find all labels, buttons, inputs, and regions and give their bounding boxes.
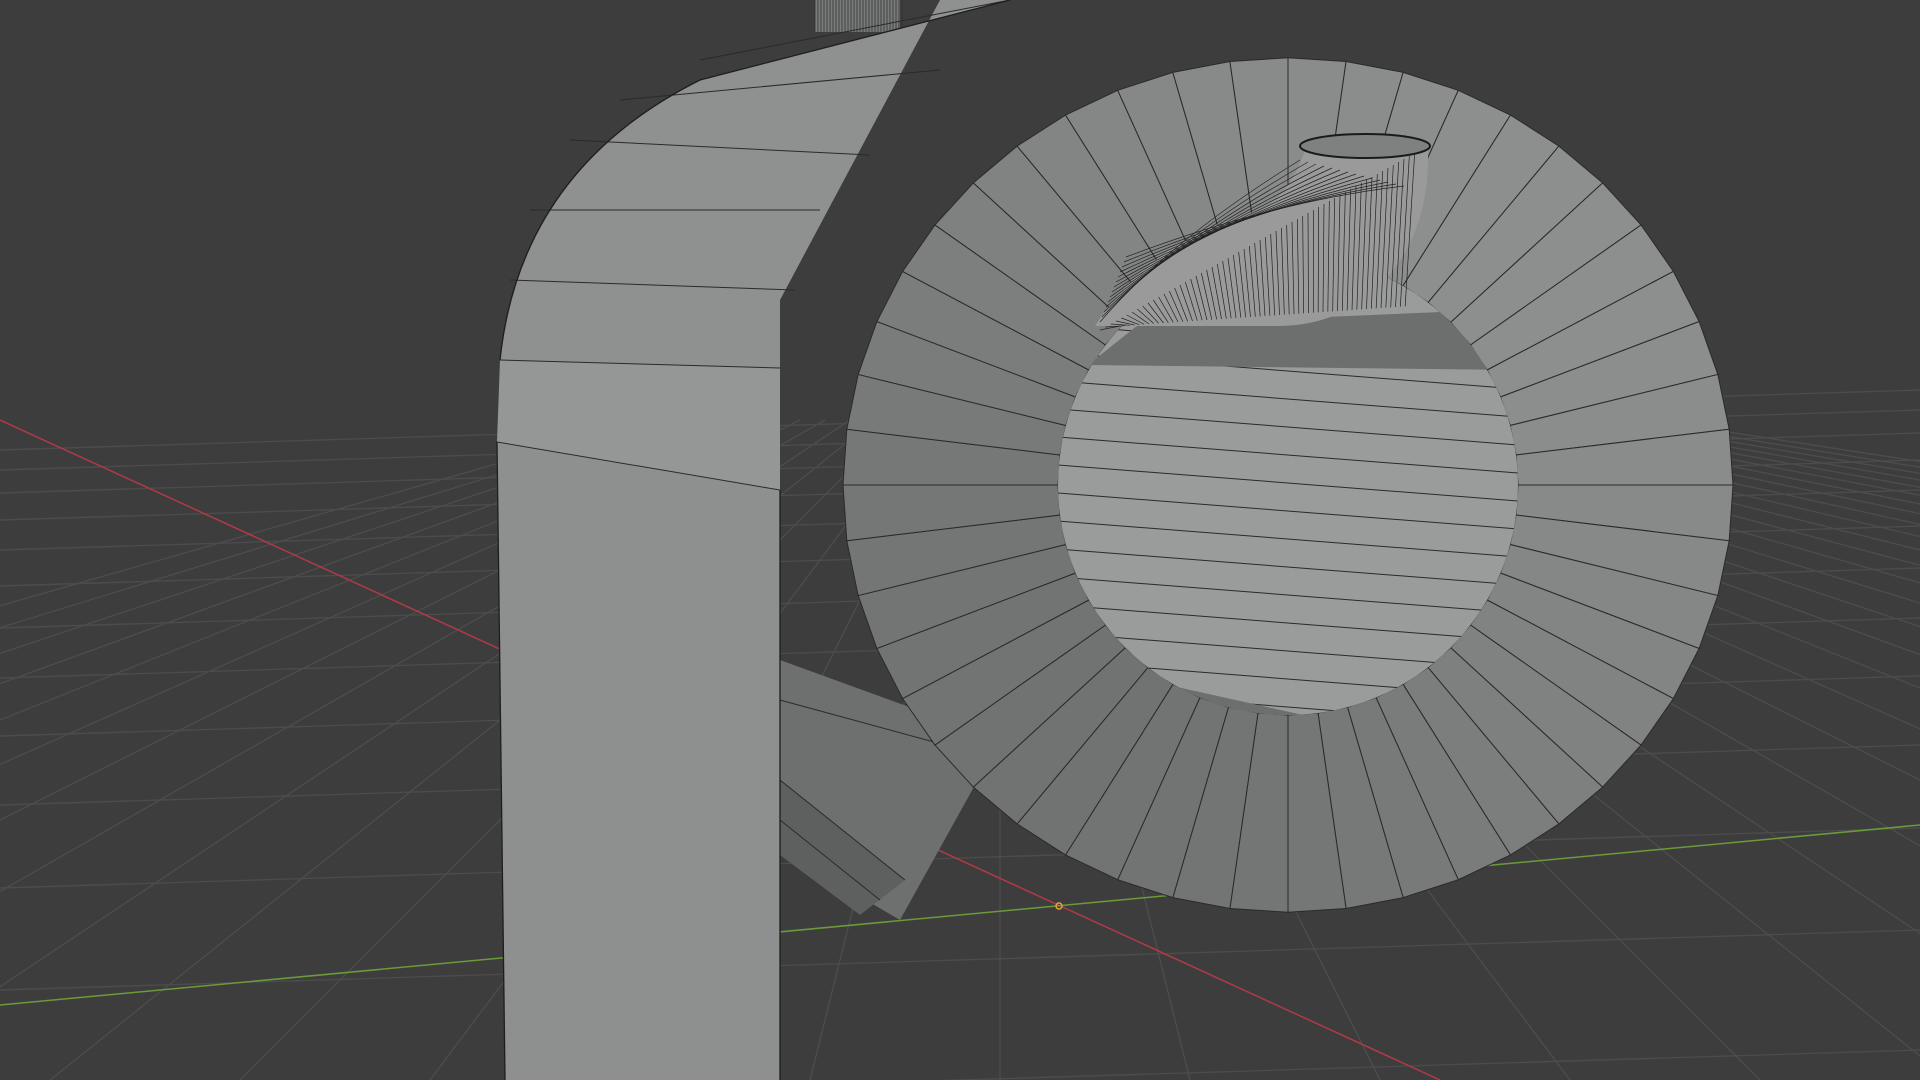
grid-line (0, 827, 1920, 889)
scene-canvas[interactable] (0, 0, 1920, 1080)
pipe-elbow-opening (1299, 133, 1431, 159)
3d-viewport[interactable] (0, 0, 1920, 1080)
grid-line (0, 929, 1920, 991)
y-axis-line (0, 824, 1920, 1006)
pipe-stub-top (814, 0, 903, 32)
pipe-leg-front (497, 442, 780, 1080)
pipe-bend-large[interactable] (496, 0, 1734, 1080)
grid-line (937, 1049, 1920, 1080)
